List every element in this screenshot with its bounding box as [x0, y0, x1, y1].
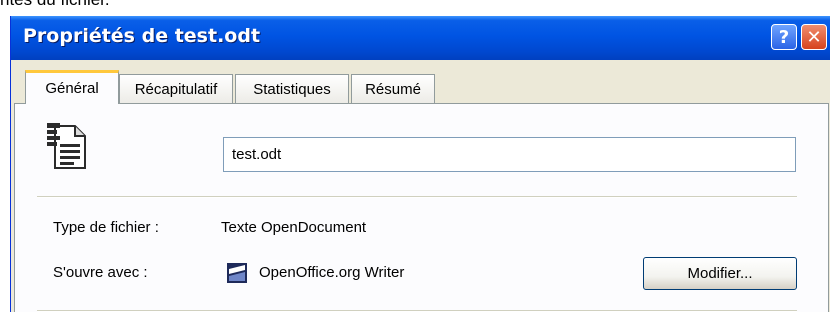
- caption-strip: ntés du fichier.: [0, 0, 830, 16]
- title-bar[interactable]: Propriétés de test.odt ? ✕: [11, 16, 830, 60]
- caption-text: ntés du fichier.: [0, 0, 110, 10]
- close-icon: ✕: [806, 26, 822, 48]
- help-icon: ?: [778, 26, 790, 48]
- openoffice-writer-icon: [227, 263, 247, 283]
- close-button[interactable]: ✕: [801, 24, 827, 50]
- modify-button-label: Modifier...: [687, 265, 753, 282]
- tab-general[interactable]: Général: [25, 70, 119, 104]
- file-type-value: Texte OpenDocument: [221, 219, 367, 236]
- tab-statistiques[interactable]: Statistiques: [235, 74, 349, 104]
- properties-dialog: Propriétés de test.odt ? ✕ Récapitulatif…: [10, 16, 830, 312]
- general-tab-panel: test.odt Type de fichier : Texte OpenDoc…: [14, 103, 829, 312]
- tab-label: Récapitulatif: [134, 81, 218, 98]
- help-button[interactable]: ?: [771, 24, 797, 50]
- opens-with-value: OpenOffice.org Writer: [259, 264, 405, 281]
- window-title: Propriétés de test.odt: [23, 25, 261, 47]
- separator: [37, 196, 797, 198]
- modify-button[interactable]: Modifier...: [643, 257, 797, 290]
- tab-recapitulatif[interactable]: Récapitulatif: [119, 74, 233, 104]
- file-name-input[interactable]: test.odt: [223, 137, 796, 172]
- file-type-label: Type de fichier :: [53, 219, 159, 236]
- tab-label: Général: [45, 80, 99, 97]
- tab-label: Statistiques: [253, 81, 331, 98]
- opens-with-label: S'ouvre avec :: [53, 264, 148, 281]
- tab-resume[interactable]: Résumé: [351, 74, 435, 104]
- odt-document-icon: [47, 123, 86, 169]
- tab-label: Résumé: [365, 81, 421, 98]
